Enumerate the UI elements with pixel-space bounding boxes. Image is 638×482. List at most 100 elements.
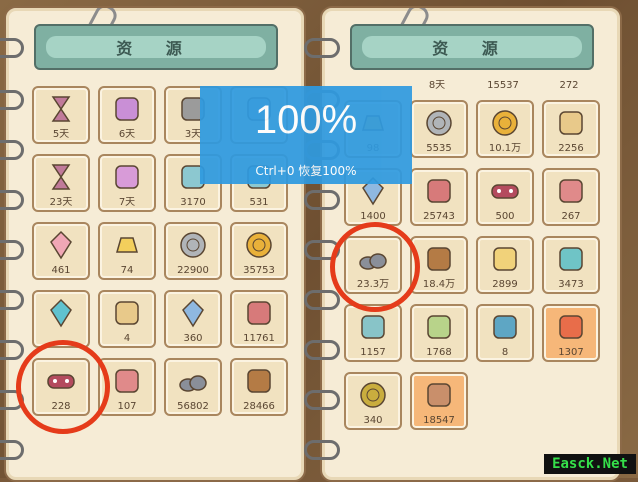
resource-slot[interactable]: 28466 (230, 358, 288, 416)
item-count: 360 (183, 333, 203, 344)
resource-slot[interactable]: 35753 (230, 222, 288, 280)
brain-icon (110, 365, 144, 397)
item-count: 25743 (423, 211, 455, 222)
resource-slot[interactable]: 340 (344, 372, 402, 430)
binder-ring-icon (304, 440, 340, 460)
zoom-reset-hint: Ctrl+0 恢复100% (255, 164, 357, 178)
resource-slot[interactable]: 11761 (230, 290, 288, 348)
item-count: 1307 (558, 347, 584, 358)
item-count: 5535 (426, 143, 452, 154)
item-count: 2899 (492, 279, 518, 290)
paper-icon (554, 107, 588, 139)
hourglass-icon (44, 161, 78, 193)
boxing-glove-icon (422, 175, 456, 207)
medal-icon (488, 107, 522, 139)
resource-slot[interactable]: 500 (476, 168, 534, 226)
item-count: 1157 (360, 347, 386, 358)
binder-ring-icon (0, 290, 24, 310)
resource-slot[interactable]: 74 (98, 222, 156, 280)
item-count: 500 (495, 211, 515, 222)
ticket-orange-icon (554, 311, 588, 343)
gold-bar-icon (110, 229, 144, 261)
item-count: 5天 (52, 129, 70, 140)
flask-icon (356, 311, 390, 343)
resource-slot[interactable]: 4 (98, 290, 156, 348)
gem-cyan-icon (44, 297, 78, 329)
resource-slot[interactable]: 360 (164, 290, 222, 348)
binder-ring-icon (304, 340, 340, 360)
ghost-icon (110, 93, 144, 125)
item-count: 35753 (243, 265, 275, 276)
yin-yang-icon (356, 379, 390, 411)
map-icon (488, 311, 522, 343)
resource-slot[interactable]: 7天 (98, 154, 156, 212)
binder-ring-icon (0, 340, 24, 360)
tube-icon (488, 243, 522, 275)
item-count: 7天 (118, 197, 136, 208)
crystal-blue-icon (176, 297, 210, 329)
highlight-circle (16, 340, 110, 434)
item-count: 28466 (243, 401, 275, 412)
item-count: 3170 (180, 197, 206, 208)
silver-coin-icon (176, 229, 210, 261)
resource-slot[interactable]: 18547 (410, 372, 468, 430)
resource-slot[interactable]: 5天 (32, 86, 90, 144)
binder-ring-icon (0, 140, 24, 160)
binder-ring-icon (0, 240, 24, 260)
resource-slot[interactable]: 10.1万 (476, 100, 534, 158)
resource-slot[interactable]: 1768 (410, 304, 468, 362)
resource-slot[interactable]: 23天 (32, 154, 90, 212)
goddess-icon (422, 379, 456, 411)
resource-slot[interactable]: 1307 (542, 304, 600, 362)
brain-icon (554, 175, 588, 207)
binder-ring-icon (0, 38, 24, 58)
resource-slot[interactable]: 22900 (164, 222, 222, 280)
item-count: 6天 (118, 129, 136, 140)
scroll-icon (422, 311, 456, 343)
resource-slot[interactable]: 3473 (542, 236, 600, 294)
binder-ring-icon (0, 190, 24, 210)
binder-ring-icon (304, 190, 340, 210)
medal-icon (242, 229, 276, 261)
binder-ring-icon (304, 290, 340, 310)
resource-slot[interactable]: 1157 (344, 304, 402, 362)
item-count: 18.4万 (422, 279, 456, 290)
resource-slot[interactable]: 267 (542, 168, 600, 226)
binder-ring-icon (0, 90, 24, 110)
resource-slot[interactable]: 461 (32, 222, 90, 280)
item-count: 1768 (426, 347, 452, 358)
item-count: 22900 (177, 265, 209, 276)
item-count: 3473 (558, 279, 584, 290)
resource-slot[interactable]: 5535 (410, 100, 468, 158)
cards-icon (554, 243, 588, 275)
binder-ring-icon (304, 390, 340, 410)
watermark: Easck.Net (544, 454, 636, 474)
item-count: 461 (51, 265, 71, 276)
item-count: 10.1万 (488, 143, 522, 154)
item-count: 74 (120, 265, 134, 276)
resource-slot[interactable]: 8 (476, 304, 534, 362)
resource-slot[interactable]: 2899 (476, 236, 534, 294)
zoom-percent: 100% (254, 98, 358, 142)
paper-icon (110, 297, 144, 329)
binder-ring-icon (304, 38, 340, 58)
bread-icon (422, 243, 456, 275)
silver-coin-icon (422, 107, 456, 139)
item-count: 18547 (423, 415, 455, 426)
binder-ring-icon (0, 440, 24, 460)
item-label: 15537 (487, 80, 519, 91)
item-count: 267 (561, 211, 581, 222)
item-count: 8 (501, 347, 509, 358)
potion-jar-icon (110, 161, 144, 193)
resource-slot[interactable]: 25743 (410, 168, 468, 226)
item-count: 107 (117, 401, 137, 412)
resource-slot[interactable]: 2256 (542, 100, 600, 158)
resource-slot[interactable]: 6天 (98, 86, 156, 144)
gamepad-icon (488, 175, 522, 207)
resource-slot[interactable]: 56802 (164, 358, 222, 416)
item-count: 340 (363, 415, 383, 426)
hourglass-icon (44, 93, 78, 125)
item-count: 4 (123, 333, 131, 344)
item-label: 272 (559, 80, 579, 91)
item-label: 8天 (428, 80, 446, 91)
